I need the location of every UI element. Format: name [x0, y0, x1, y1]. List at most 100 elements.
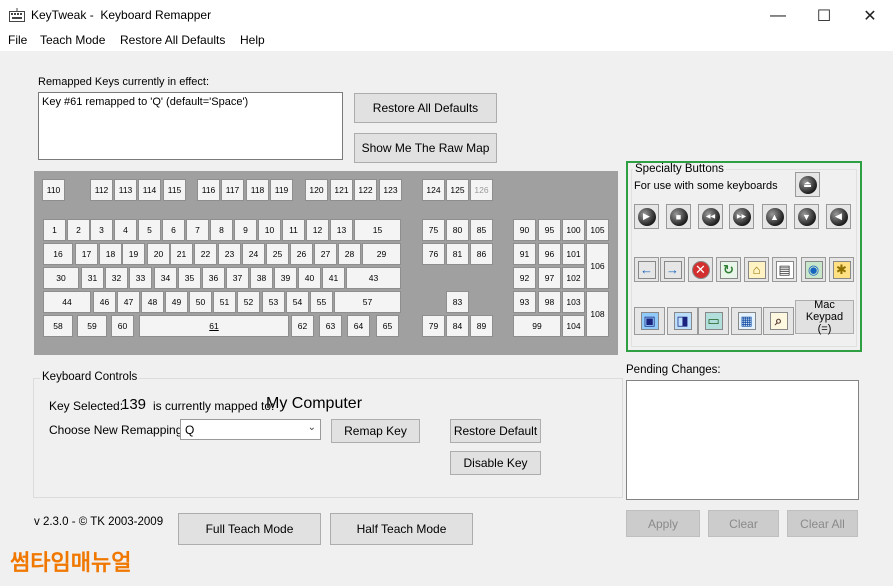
key-89[interactable]: 89 — [470, 315, 493, 337]
key-24[interactable]: 24 — [242, 243, 265, 265]
key-55[interactable]: 55 — [310, 291, 333, 313]
key-86[interactable]: 86 — [470, 243, 493, 265]
key-121[interactable]: 121 — [330, 179, 353, 201]
key-8[interactable]: 8 — [210, 219, 233, 241]
key-126[interactable]: 126 — [470, 179, 493, 201]
key-5[interactable]: 5 — [138, 219, 161, 241]
restore-default-button[interactable]: Restore Default — [450, 419, 541, 443]
key-102[interactable]: 102 — [562, 267, 585, 289]
key-37[interactable]: 37 — [226, 267, 249, 289]
menu-restore-all-defaults[interactable]: Restore All Defaults — [120, 33, 225, 47]
key-15[interactable]: 15 — [354, 219, 401, 241]
key-28[interactable]: 28 — [338, 243, 361, 265]
key-53[interactable]: 53 — [262, 291, 285, 313]
calculator-button[interactable]: ▦ — [731, 307, 762, 335]
key-36[interactable]: 36 — [202, 267, 225, 289]
search-doc-button[interactable]: ▤ — [772, 257, 797, 282]
refresh-button[interactable]: ↻ — [716, 257, 741, 282]
key-39[interactable]: 39 — [274, 267, 297, 289]
key-108[interactable]: 108 — [586, 291, 609, 337]
key-30[interactable]: 30 — [43, 267, 79, 289]
key-50[interactable]: 50 — [189, 291, 212, 313]
key-80[interactable]: 80 — [446, 219, 469, 241]
key-12[interactable]: 12 — [306, 219, 329, 241]
key-41[interactable]: 41 — [322, 267, 345, 289]
key-110[interactable]: 110 — [42, 179, 65, 201]
key-90[interactable]: 90 — [513, 219, 536, 241]
key-119[interactable]: 119 — [270, 179, 293, 201]
remap-key-button[interactable]: Remap Key — [331, 419, 420, 443]
key-101[interactable]: 101 — [562, 243, 585, 265]
key-124[interactable]: 124 — [422, 179, 445, 201]
key-59[interactable]: 59 — [77, 315, 107, 337]
key-97[interactable]: 97 — [538, 267, 561, 289]
key-9[interactable]: 9 — [234, 219, 257, 241]
clear-button[interactable]: Clear — [708, 510, 779, 537]
key-19[interactable]: 19 — [122, 243, 145, 265]
menu-file[interactable]: File — [8, 33, 27, 47]
key-13[interactable]: 13 — [330, 219, 353, 241]
key-60[interactable]: 60 — [111, 315, 134, 337]
key-17[interactable]: 17 — [75, 243, 98, 265]
key-114[interactable]: 114 — [138, 179, 161, 201]
home-button[interactable]: ⌂ — [744, 257, 769, 282]
key-104[interactable]: 104 — [562, 315, 585, 337]
key-100[interactable]: 100 — [562, 219, 585, 241]
key-65[interactable]: 65 — [376, 315, 399, 337]
key-84[interactable]: 84 — [446, 315, 469, 337]
key-52[interactable]: 52 — [237, 291, 260, 313]
key-51[interactable]: 51 — [213, 291, 236, 313]
key-112[interactable]: 112 — [90, 179, 113, 201]
key-54[interactable]: 54 — [286, 291, 309, 313]
key-62[interactable]: 62 — [291, 315, 314, 337]
key-7[interactable]: 7 — [186, 219, 209, 241]
key-98[interactable]: 98 — [538, 291, 561, 313]
key-57[interactable]: 57 — [334, 291, 401, 313]
key-76[interactable]: 76 — [422, 243, 445, 265]
key-43[interactable]: 43 — [346, 267, 401, 289]
half-teach-mode-button[interactable]: Half Teach Mode — [330, 513, 473, 545]
rewind-button[interactable]: ◀◀ — [698, 204, 723, 229]
disable-key-button[interactable]: Disable Key — [450, 451, 541, 475]
key-23[interactable]: 23 — [218, 243, 241, 265]
remapped-keys-list[interactable]: Key #61 remapped to 'Q' (default='Space'… — [38, 92, 343, 160]
key-93[interactable]: 93 — [513, 291, 536, 313]
remapped-entry[interactable]: Key #61 remapped to 'Q' (default='Space'… — [42, 96, 248, 108]
play-button[interactable]: ▶ — [634, 204, 659, 229]
apply-button[interactable]: Apply — [626, 510, 700, 537]
key-99[interactable]: 99 — [513, 315, 561, 337]
key-116[interactable]: 116 — [197, 179, 220, 201]
key-118[interactable]: 118 — [246, 179, 269, 201]
key-38[interactable]: 38 — [250, 267, 273, 289]
key-46[interactable]: 46 — [93, 291, 116, 313]
key-85[interactable]: 85 — [470, 219, 493, 241]
mac-keypad-button[interactable]: Mac Keypad (=) — [795, 299, 854, 335]
key-16[interactable]: 16 — [43, 243, 73, 265]
key-33[interactable]: 33 — [129, 267, 152, 289]
key-103[interactable]: 103 — [562, 291, 585, 313]
media-button[interactable]: ✱ — [829, 257, 854, 282]
key-125[interactable]: 125 — [446, 179, 469, 201]
key-120[interactable]: 120 — [305, 179, 328, 201]
back-arrow-button[interactable]: ← — [634, 257, 659, 282]
key-81[interactable]: 81 — [446, 243, 469, 265]
stop-web-button[interactable]: ✕ — [688, 257, 713, 282]
minimize-button[interactable]: — — [755, 0, 801, 31]
magnifier-button[interactable]: ⌕ — [763, 307, 794, 335]
key-11[interactable]: 11 — [282, 219, 305, 241]
key-105[interactable]: 105 — [586, 219, 609, 241]
my-computer-button[interactable]: ▣ — [634, 307, 665, 335]
key-106[interactable]: 106 — [586, 243, 609, 289]
computer-button[interactable]: ▭ — [698, 307, 729, 335]
show-raw-map-button[interactable]: Show Me The Raw Map — [354, 133, 497, 163]
key-1[interactable]: 1 — [43, 219, 66, 241]
key-91[interactable]: 91 — [513, 243, 536, 265]
full-teach-mode-button[interactable]: Full Teach Mode — [178, 513, 321, 545]
mute-button[interactable]: ◀ — [826, 204, 851, 229]
key-49[interactable]: 49 — [165, 291, 188, 313]
menu-teach-mode[interactable]: Teach Mode — [40, 33, 105, 47]
key-27[interactable]: 27 — [314, 243, 337, 265]
key-18[interactable]: 18 — [99, 243, 122, 265]
maximize-button[interactable]: ☐ — [801, 0, 847, 31]
stop-button[interactable]: ■ — [666, 204, 691, 229]
